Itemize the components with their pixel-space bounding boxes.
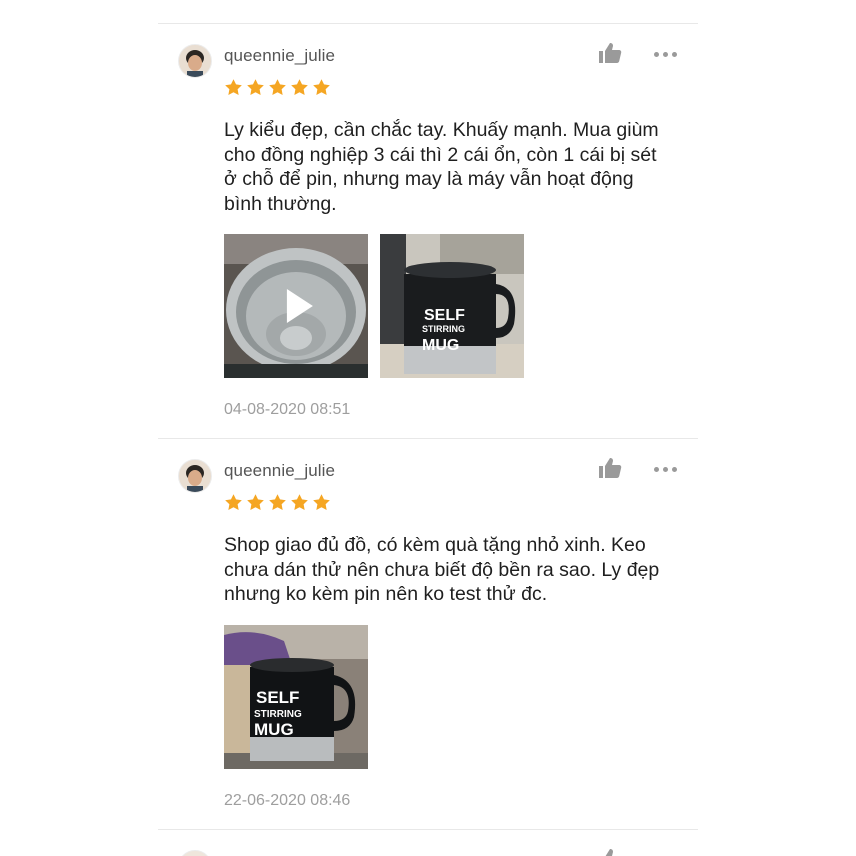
divider xyxy=(158,438,698,439)
review-text: Ly kiểu đẹp, cần chắc tay. Khuấy mạnh. M… xyxy=(224,119,659,215)
svg-text:MUG: MUG xyxy=(422,337,459,354)
play-icon xyxy=(286,289,313,323)
more-options-icon[interactable] xyxy=(654,48,682,60)
star-icon xyxy=(225,79,242,95)
review-video-thumbnail[interactable] xyxy=(224,234,368,378)
svg-text:STIRRING: STIRRING xyxy=(254,709,302,720)
svg-text:STIRRING: STIRRING xyxy=(422,324,465,334)
review-text: Shop giao đủ đồ, có kèm quà tặng nhỏ xin… xyxy=(224,534,660,605)
review-date: 22-06-2020 08:46 xyxy=(224,792,351,809)
star-icon xyxy=(269,79,286,95)
star-rating xyxy=(224,78,331,97)
thumbs-up-icon[interactable] xyxy=(598,42,624,66)
star-rating xyxy=(224,493,331,512)
divider xyxy=(158,23,698,24)
reviewer-username: queennie_julie xyxy=(224,461,336,480)
star-icon xyxy=(225,494,242,510)
star-icon xyxy=(247,494,264,510)
review-date: 04-08-2020 08:51 xyxy=(224,401,351,418)
avatar[interactable] xyxy=(178,850,212,856)
avatar[interactable] xyxy=(178,459,212,493)
star-icon xyxy=(269,494,286,510)
avatar[interactable] xyxy=(178,44,212,78)
star-icon xyxy=(313,494,330,510)
more-options-icon[interactable] xyxy=(654,463,682,475)
reviewer-username: queennie_julie xyxy=(224,46,336,65)
thumbs-up-icon[interactable] xyxy=(598,457,624,481)
star-icon xyxy=(247,79,264,95)
svg-text:SELF: SELF xyxy=(424,307,465,324)
star-icon xyxy=(291,79,308,95)
review-feed: queennie_julie Ly kiểu đẹp, cần chắc tay… xyxy=(158,0,698,856)
thumbs-up-icon[interactable] xyxy=(598,848,624,856)
review-photo-thumbnail[interactable]: SELF STIRRING MUG xyxy=(380,234,524,378)
svg-text:MUG: MUG xyxy=(254,720,294,739)
divider xyxy=(158,829,698,830)
review-photo-thumbnail[interactable]: SELF STIRRING MUG xyxy=(224,625,368,769)
star-icon xyxy=(291,494,308,510)
svg-text:SELF: SELF xyxy=(256,688,299,707)
star-icon xyxy=(313,79,330,95)
